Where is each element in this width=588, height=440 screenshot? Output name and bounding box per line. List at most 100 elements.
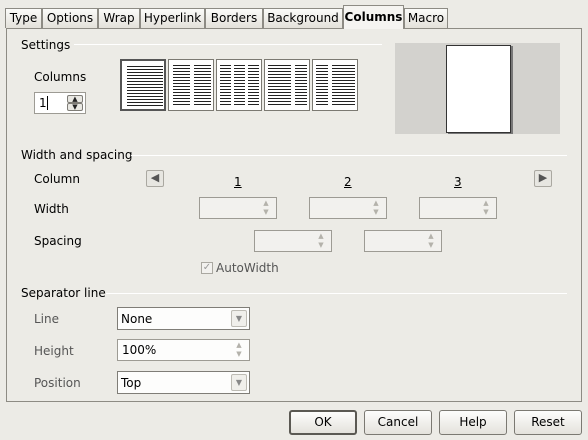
preset-line	[220, 65, 231, 66]
columns-stepper[interactable]: 1 ▲ ▼	[34, 92, 86, 114]
tab-columns[interactable]: Columns	[343, 5, 404, 29]
preset-line	[127, 78, 163, 79]
preset-line	[173, 104, 190, 105]
right-arrow-icon[interactable]: ▶	[534, 170, 552, 187]
preset-line	[248, 68, 259, 69]
spacing-2-3-field[interactable]: ▲ ▼	[364, 230, 442, 252]
preset-line	[234, 71, 245, 72]
preset-one-column-icon[interactable]	[120, 59, 166, 111]
column-number-2: 2	[344, 175, 352, 189]
preset-line	[332, 95, 355, 96]
ok-button[interactable]: OK	[289, 410, 357, 435]
preset-line	[248, 101, 259, 102]
preset-line	[295, 68, 307, 69]
spin-up-icon[interactable]: ▲	[67, 95, 83, 103]
settings-separator	[74, 44, 382, 45]
separator-section-label: Separator line	[21, 286, 106, 300]
preset-line	[248, 89, 259, 90]
preset-line	[220, 86, 231, 87]
tab-wrap[interactable]: Wrap	[98, 8, 140, 28]
preset-line	[220, 80, 231, 81]
preset-line	[127, 72, 163, 73]
preset-line	[173, 74, 190, 75]
preset-line	[127, 96, 163, 97]
tab-label: Columns	[344, 10, 403, 24]
columns-value: 1	[39, 96, 47, 110]
preset-line	[234, 92, 245, 93]
spin-down-icon: ▼	[318, 241, 324, 249]
left-arrow-icon[interactable]: ◀	[146, 170, 164, 187]
preset-line	[268, 89, 291, 90]
preset-line	[234, 95, 245, 96]
position-dropdown[interactable]: Top ▼	[117, 371, 250, 394]
preset-line	[194, 74, 211, 75]
preset-line	[194, 77, 211, 78]
preset-line	[332, 71, 355, 72]
preset-line	[295, 80, 307, 81]
tab-label: Background	[267, 11, 339, 25]
spin-up-icon: ▲	[236, 341, 242, 349]
columns-label: Columns	[34, 70, 87, 84]
tab-type[interactable]: Type	[5, 8, 42, 28]
preset-line	[332, 74, 355, 75]
preset-line	[173, 101, 190, 102]
cancel-button[interactable]: Cancel	[364, 410, 432, 435]
preset-line	[194, 80, 211, 81]
autowidth-checkbox[interactable]: ✓	[201, 262, 213, 274]
preset-two-columns-icon[interactable]	[168, 59, 214, 111]
height-field[interactable]: 100% ▲ ▼	[117, 339, 250, 361]
line-style-dropdown[interactable]: None ▼	[117, 307, 250, 330]
tab-background[interactable]: Background	[263, 8, 343, 28]
cancel-button-label: Cancel	[377, 415, 419, 429]
preset-line	[173, 83, 190, 84]
preset-three-columns-icon[interactable]	[216, 59, 262, 111]
preset-line	[234, 80, 245, 81]
tab-borders[interactable]: Borders	[205, 8, 263, 28]
tab-label: Borders	[210, 11, 258, 25]
preset-line	[194, 65, 211, 66]
preset-line	[268, 98, 291, 99]
preset-line	[332, 65, 355, 66]
preset-line	[332, 101, 355, 102]
column-number-3: 3	[454, 175, 462, 189]
spin-down-icon[interactable]: ▼	[67, 103, 83, 111]
preset-line	[295, 92, 307, 93]
preset-line	[248, 98, 259, 99]
spacing-1-2-field[interactable]: ▲ ▼	[254, 230, 332, 252]
width-column-2-field[interactable]: ▲ ▼	[309, 197, 387, 219]
preset-line	[173, 65, 190, 66]
preset-line	[268, 86, 291, 87]
preset-line	[127, 102, 163, 103]
column-row-label: Column	[34, 172, 80, 186]
width-column-1-field[interactable]: ▲ ▼	[199, 197, 277, 219]
chevron-down-icon: ▼	[231, 374, 247, 391]
preset-line	[173, 86, 190, 87]
tab-label: Options	[46, 11, 94, 25]
preset-line	[268, 65, 291, 66]
preset-line	[173, 71, 190, 72]
preset-line	[234, 83, 245, 84]
tab-macro[interactable]: Macro	[404, 8, 448, 28]
tab-label: Hyperlink	[143, 11, 202, 25]
tab-options[interactable]: Options	[42, 8, 98, 28]
preset-two-left-wide-icon[interactable]	[264, 59, 310, 111]
preset-line	[194, 98, 211, 99]
preset-two-right-wide-icon[interactable]	[312, 59, 358, 111]
help-button[interactable]: Help	[439, 410, 507, 435]
preset-line	[248, 104, 259, 105]
tab-hyperlink[interactable]: Hyperlink	[140, 8, 205, 28]
preset-line	[234, 89, 245, 90]
preset-line	[295, 77, 307, 78]
spin-up-icon: ▲	[263, 199, 269, 207]
preset-line	[220, 98, 231, 99]
width-column-3-field[interactable]: ▲ ▼	[419, 197, 497, 219]
chevron-down-icon: ▼	[231, 310, 247, 327]
preset-line	[127, 87, 163, 88]
preset-line	[234, 101, 245, 102]
preset-line	[127, 105, 163, 106]
preset-line	[248, 86, 259, 87]
preset-line	[220, 89, 231, 90]
reset-button[interactable]: Reset	[514, 410, 582, 435]
preset-line	[173, 95, 190, 96]
preset-line	[248, 65, 259, 66]
